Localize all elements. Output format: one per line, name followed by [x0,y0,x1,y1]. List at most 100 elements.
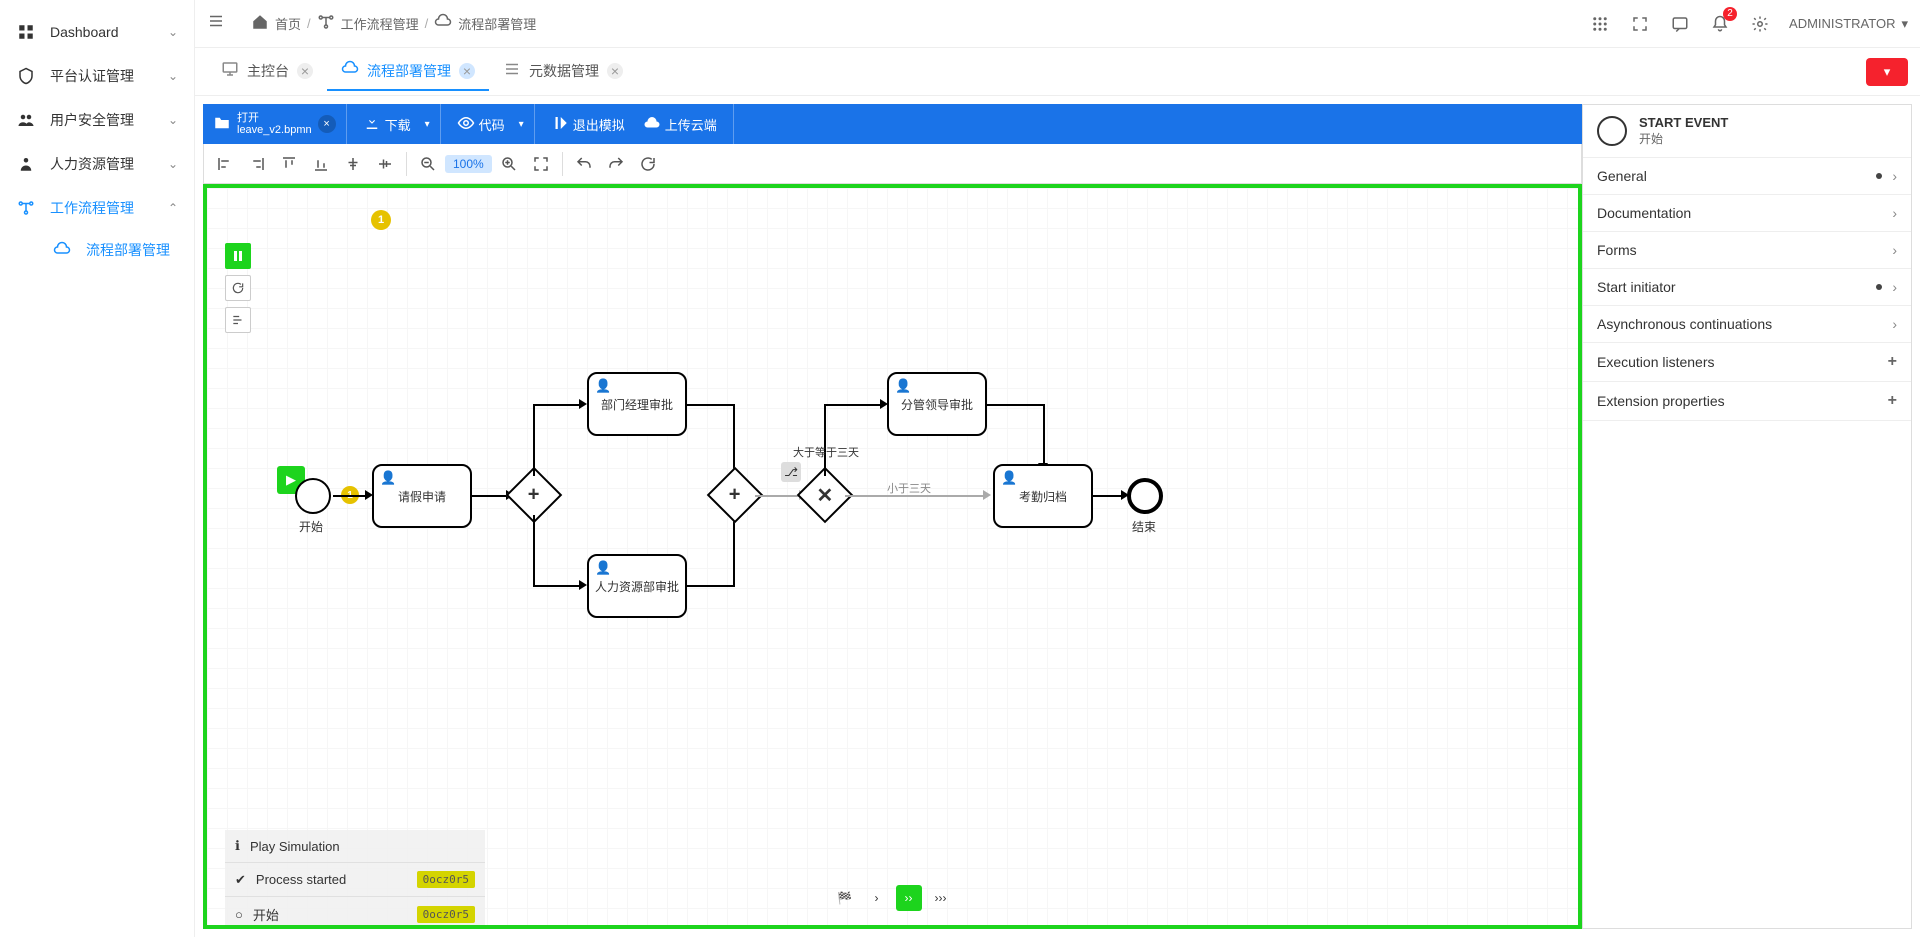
undo-icon[interactable] [569,149,599,179]
chat-icon[interactable] [1669,13,1691,35]
cloud-icon [52,240,72,260]
log-row[interactable]: ○ 开始 0ocz0r5 [225,897,485,929]
crumb-mid[interactable]: 工作流程管理 [341,14,419,33]
eye-icon [457,114,475,135]
chevron-right-icon: › [1892,205,1897,221]
sidebar-item-dashboard[interactable]: Dashboard ⌄ [0,10,194,54]
start-event[interactable] [295,478,331,514]
pause-button[interactable] [225,243,251,269]
step-icon[interactable]: › [864,885,890,911]
tab-deploy[interactable]: 流程部署管理 × [327,52,489,91]
sim-controls [225,243,251,333]
task-label: 分管领导审批 [901,396,973,413]
bpmn-canvas[interactable]: 1 ▶ 1 开始 👤 请假申 [203,184,1582,929]
task-label: 人力资源部审批 [595,578,679,595]
prop-label: Forms [1597,242,1637,258]
sidebar-item-hr[interactable]: 人力资源管理 ⌄ [0,142,194,186]
align-center-h-icon[interactable] [370,149,400,179]
user-icon: 👤 [1001,470,1017,486]
align-center-v-icon[interactable] [338,149,368,179]
close-file-icon[interactable]: × [318,115,336,133]
chevron-right-icon: › [1892,316,1897,332]
crumb-sep: / [307,16,311,31]
chevron-right-icon: › [1892,279,1897,295]
task-archive[interactable]: 👤 考勤归档 [993,464,1093,528]
prop-label: Execution listeners [1597,354,1715,370]
upload-button[interactable]: 上传云端 [637,110,723,139]
redo-icon[interactable] [601,149,631,179]
menu-toggle[interactable] [207,12,231,36]
sidebar-item-workflow[interactable]: 工作流程管理 ⌃ [0,186,194,230]
task-leader-approve[interactable]: 👤 分管领导审批 [887,372,987,436]
tab-meta[interactable]: 元数据管理 × [489,52,637,91]
prop-general[interactable]: General › [1583,158,1911,195]
toolbar-primary: 打开 leave_v2.bpmn × 下载 ▾ [203,104,1582,144]
info-icon: ℹ [235,838,240,854]
chevron-right-icon: › [1892,168,1897,184]
task-apply[interactable]: 👤 请假申请 [372,464,472,528]
prop-start-initiator[interactable]: Start initiator › [1583,269,1911,306]
prop-async[interactable]: Asynchronous continuations › [1583,306,1911,343]
log-button[interactable] [225,307,251,333]
exit-sim-button[interactable]: 退出模拟 [545,110,631,139]
task-label: 考勤归档 [1019,488,1067,505]
close-icon[interactable]: × [297,63,313,79]
sidebar-sub-deploy[interactable]: 流程部署管理 [36,230,194,270]
close-icon[interactable]: × [607,63,623,79]
end-event[interactable] [1127,478,1163,514]
sidebar-item-user-sec[interactable]: 用户安全管理 ⌄ [0,98,194,142]
log-title: Play Simulation [250,839,340,854]
fast-forward-button[interactable]: ›› [896,885,922,911]
speed-icon[interactable]: 🏁 [832,885,858,911]
task-hr-approve[interactable]: 👤 人力资源部审批 [587,554,687,618]
prop-extension[interactable]: Extension properties + [1583,382,1911,421]
prop-documentation[interactable]: Documentation › [1583,195,1911,232]
close-icon[interactable]: × [459,63,475,79]
task-dept-approve[interactable]: 👤 部门经理审批 [587,372,687,436]
chevron-down-icon: ⌄ [168,113,178,127]
task-label: 请假申请 [398,488,446,505]
sidebar-item-auth[interactable]: 平台认证管理 ⌄ [0,54,194,98]
caret-down-icon: ▾ [1901,16,1908,32]
apps-icon[interactable] [1589,13,1611,35]
skip-icon[interactable]: ››› [928,885,954,911]
download-button[interactable]: 下载 [357,110,417,139]
plus-icon[interactable]: + [1888,392,1897,410]
log-row[interactable]: ✔ Process started 0ocz0r5 [225,863,485,897]
align-left-icon[interactable] [210,149,240,179]
workflow-icon [16,198,36,218]
align-bottom-icon[interactable] [306,149,336,179]
prop-exec-listeners[interactable]: Execution listeners + [1583,343,1911,382]
monitor-icon [221,60,239,81]
code-button[interactable]: 代码 [451,110,511,139]
prop-forms[interactable]: Forms › [1583,232,1911,269]
branch-icon: ⎇ [781,462,801,482]
folder-icon [213,114,231,135]
fullscreen-icon[interactable] [1629,13,1651,35]
topbar-right: 2 ADMINISTRATOR ▾ [1589,13,1908,35]
check-icon: ✔ [235,872,246,888]
gear-icon[interactable] [1749,13,1771,35]
log-id: 0ocz0r5 [417,906,475,923]
caret-down-icon[interactable]: ▾ [519,119,524,130]
user-icon: 👤 [595,560,611,576]
sidebar-label: Dashboard [50,24,119,40]
refresh-icon[interactable] [633,149,663,179]
exit-sim-label: 退出模拟 [573,115,625,134]
zoom-out-icon[interactable] [413,149,443,179]
zoom-in-icon[interactable] [494,149,524,179]
tab-console[interactable]: 主控台 × [207,52,327,91]
file-open[interactable]: 打开 leave_v2.bpmn [237,112,312,136]
props-header: START EVENT 开始 [1583,105,1911,158]
crumb-home[interactable]: 首页 [275,14,301,33]
align-top-icon[interactable] [274,149,304,179]
align-right-icon[interactable] [242,149,272,179]
user-menu[interactable]: ADMINISTRATOR ▾ [1789,16,1908,32]
tabs: 主控台 × 流程部署管理 × 元数据管理 × ▾ [195,48,1920,96]
caret-down-icon[interactable]: ▾ [425,119,430,130]
fit-icon[interactable] [526,149,556,179]
danger-dropdown[interactable]: ▾ [1866,58,1908,86]
restart-button[interactable] [225,275,251,301]
plus-icon[interactable]: + [1888,353,1897,371]
bell-icon[interactable]: 2 [1709,13,1731,35]
